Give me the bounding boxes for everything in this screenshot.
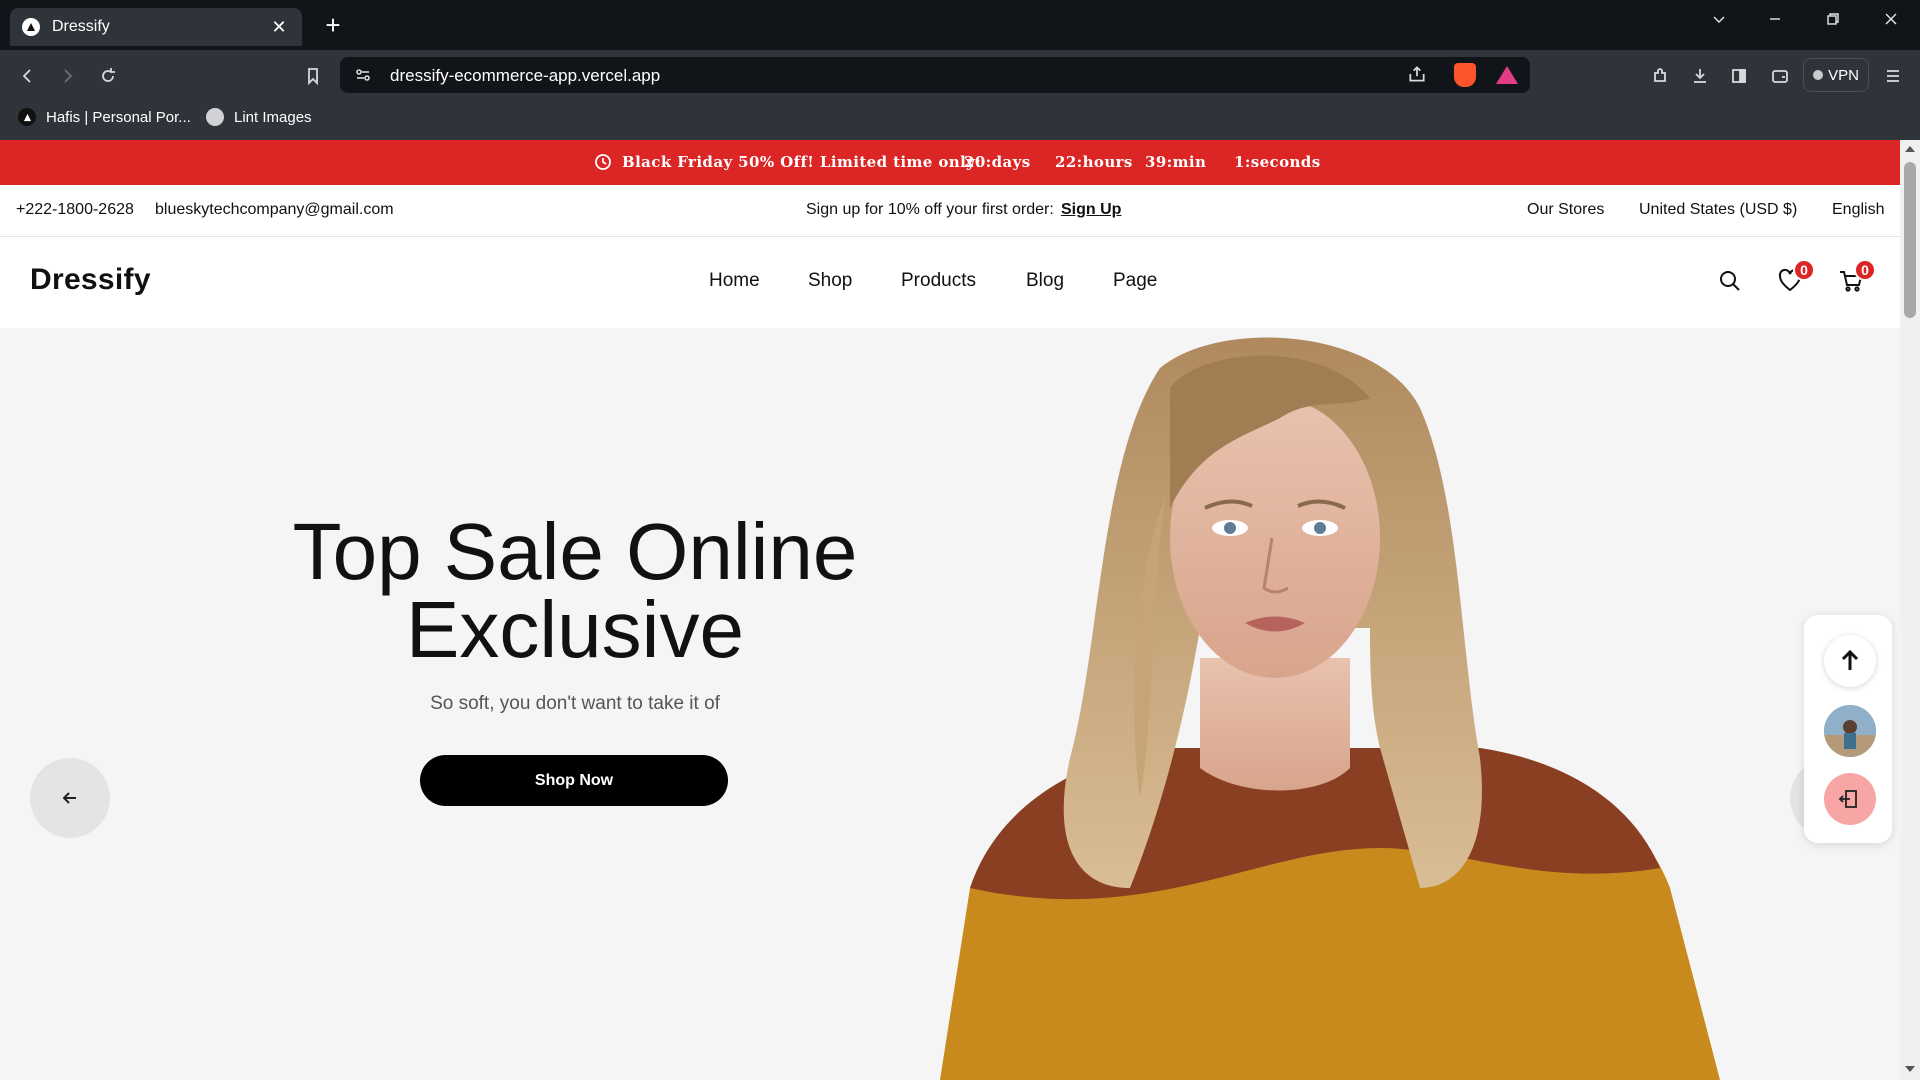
share-icon[interactable]: [1407, 64, 1431, 88]
wallet-icon[interactable]: [1767, 63, 1793, 89]
currency-select[interactable]: United States (USD $): [1639, 201, 1797, 219]
arrow-left-icon: [62, 792, 76, 804]
page-scrollbar[interactable]: [1900, 140, 1920, 1080]
nav-products[interactable]: Products: [901, 270, 976, 292]
scroll-down-arrow-icon[interactable]: [1905, 1066, 1915, 1072]
phone-number[interactable]: +222-1800-2628: [16, 201, 134, 219]
browser-toolbar: dressify-ecommerce-app.vercel.app VPN: [0, 50, 1920, 100]
nav-blog[interactable]: Blog: [1026, 270, 1064, 292]
hero-title-line-2: Exclusive: [406, 585, 744, 674]
scroll-to-top-button[interactable]: [1824, 635, 1876, 687]
nav-shop[interactable]: Shop: [808, 270, 852, 292]
nav-page[interactable]: Page: [1113, 270, 1157, 292]
wishlist-button[interactable]: 0: [1777, 259, 1815, 298]
logout-icon: [1838, 790, 1857, 808]
language-select[interactable]: English: [1832, 201, 1884, 219]
countdown-hours: 22:hours: [1055, 153, 1133, 171]
signup-text: Sign up for 10% off your first order:: [806, 201, 1054, 218]
vpn-button[interactable]: VPN: [1803, 58, 1869, 92]
shop-now-button[interactable]: Shop Now: [420, 755, 728, 806]
hero-title-line-1: Top Sale Online: [292, 507, 858, 596]
nav-home[interactable]: Home: [709, 270, 760, 292]
back-icon[interactable]: [15, 63, 41, 89]
clock-icon: [594, 153, 612, 171]
signup-link[interactable]: Sign Up: [1061, 201, 1121, 219]
close-window-icon[interactable]: [1866, 0, 1916, 38]
email-address[interactable]: blueskytechcompany@gmail.com: [155, 201, 394, 219]
download-icon[interactable]: [1687, 63, 1713, 89]
bookmark-icon[interactable]: [300, 63, 326, 89]
our-stores-link[interactable]: Our Stores: [1527, 201, 1604, 219]
hero-slider: Top Sale Online Exclusive So soft, you d…: [0, 328, 1900, 1080]
restore-icon[interactable]: [1808, 0, 1858, 38]
address-bar[interactable]: dressify-ecommerce-app.vercel.app: [340, 57, 1530, 93]
bookmark-favicon-icon: [18, 108, 36, 126]
countdown-seconds: 1:seconds: [1234, 153, 1321, 171]
cart-count-badge: 0: [1854, 259, 1876, 281]
scrollbar-thumb[interactable]: [1904, 162, 1916, 318]
web-page: Black Friday 50% Off! Limited time only:…: [0, 140, 1900, 1080]
scroll-up-arrow-icon[interactable]: [1905, 146, 1915, 152]
site-header: Dressify Home Shop Products Blog Page 0 …: [0, 237, 1900, 328]
countdown-minutes: 39:min: [1145, 153, 1207, 171]
promo-text: Black Friday 50% Off! Limited time only:: [622, 153, 982, 171]
url-text: dressify-ecommerce-app.vercel.app: [390, 66, 661, 85]
globe-icon: [206, 108, 224, 126]
tab-search-icon[interactable]: [1694, 0, 1744, 38]
logout-button[interactable]: [1824, 773, 1876, 825]
reload-icon[interactable]: [95, 63, 121, 89]
promo-banner: Black Friday 50% Off! Limited time only:…: [0, 140, 1900, 185]
forward-icon[interactable]: [54, 63, 80, 89]
tab-title: Dressify: [52, 18, 110, 35]
bookmark-label: Hafis | Personal Por...: [46, 108, 191, 126]
sidebar-icon[interactable]: [1726, 63, 1752, 89]
brave-shields-icon[interactable]: [1454, 63, 1476, 87]
top-info-bar: +222-1800-2628 blueskytechcompany@gmail.…: [0, 185, 1900, 237]
tab-close-icon[interactable]: ✕: [268, 17, 290, 38]
hero-model-image: [940, 337, 1720, 1080]
bookmarks-bar: Hafis | Personal Por... Lint Images: [0, 100, 1920, 140]
slider-prev-button[interactable]: [30, 758, 110, 838]
cart-button[interactable]: 0: [1838, 259, 1876, 298]
vpn-status-icon: [1813, 70, 1824, 80]
extensions-icon[interactable]: [1647, 63, 1673, 89]
site-logo[interactable]: Dressify: [30, 263, 151, 297]
bookmark-lint-images[interactable]: Lint Images: [206, 108, 312, 126]
browser-tab-strip: Dressify ✕ +: [0, 0, 1920, 50]
minimize-icon[interactable]: [1750, 0, 1800, 38]
vpn-label: VPN: [1828, 66, 1859, 84]
search-icon[interactable]: [1717, 268, 1747, 298]
bookmark-hafis[interactable]: Hafis | Personal Por...: [18, 108, 191, 126]
countdown-days: 20:days: [964, 153, 1031, 171]
browser-tab[interactable]: Dressify ✕: [10, 8, 302, 46]
avatar-icon: [1824, 705, 1876, 757]
tab-favicon-icon: [22, 18, 40, 36]
site-settings-icon[interactable]: [354, 66, 372, 84]
new-tab-button[interactable]: +: [318, 10, 348, 40]
bookmark-label: Lint Images: [234, 108, 312, 126]
hero-subtitle: So soft, you don't want to take it of: [430, 693, 720, 714]
arrow-up-icon: [1841, 649, 1859, 670]
avatar[interactable]: [1824, 705, 1876, 757]
menu-icon[interactable]: [1880, 63, 1906, 89]
brave-rewards-icon[interactable]: [1496, 66, 1518, 84]
wishlist-count-badge: 0: [1793, 259, 1815, 281]
floating-action-panel: [1804, 615, 1892, 843]
hero-title: Top Sale Online Exclusive: [200, 512, 950, 670]
